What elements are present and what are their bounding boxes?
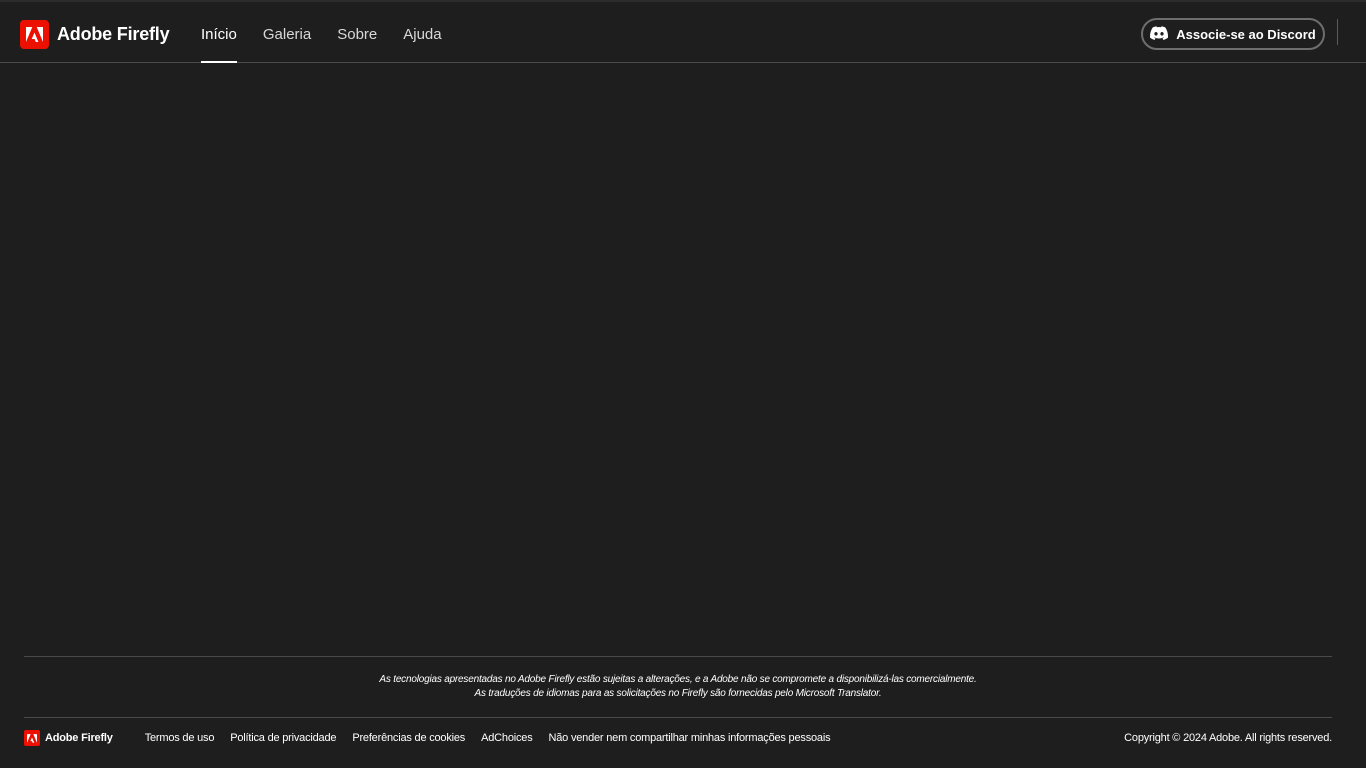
footer-brand[interactable]: Adobe Firefly [24,730,113,746]
footer-link-do-not-sell[interactable]: Não vender nem compartilhar minhas infor… [549,732,831,744]
footer-brand-name: Adobe Firefly [45,732,113,744]
top-navigation-bar: Adobe Firefly Início Galeria Sobre Ajuda… [0,0,1366,63]
footer-link-adchoices[interactable]: AdChoices [481,732,533,744]
footer-bar: Adobe Firefly Termos de uso Política de … [24,729,1332,747]
nav-item-inicio[interactable]: Início [201,2,237,63]
nav-item-ajuda[interactable]: Ajuda [403,2,441,63]
footer-divider-bottom [24,717,1332,718]
join-discord-button[interactable]: Associe-se ao Discord [1141,18,1325,50]
nav-item-sobre[interactable]: Sobre [337,2,377,63]
footer-link-terms[interactable]: Termos de uso [145,732,215,744]
disclaimer-line-2: As traduções de idiomas para as solicita… [474,688,882,699]
brand-name: Adobe Firefly [57,24,170,44]
brand-home-link[interactable]: Adobe Firefly [20,20,170,49]
disclaimer-line-1: As tecnologias apresentadas no Adobe Fir… [379,674,977,685]
main-nav: Início Galeria Sobre Ajuda [201,2,468,63]
join-discord-label: Associe-se ao Discord [1176,26,1316,42]
nav-item-galeria[interactable]: Galeria [263,2,311,63]
adobe-logo-icon [24,730,40,746]
discord-icon [1150,25,1176,43]
footer-divider-top [24,656,1332,657]
copyright-text: Copyright © 2024 Adobe. All rights reser… [1124,732,1332,744]
footer-disclaimer: As tecnologias apresentadas no Adobe Fir… [24,673,1332,701]
adobe-logo-icon [20,20,49,49]
header-divider [1337,19,1338,45]
footer-link-cookies[interactable]: Preferências de cookies [352,732,465,744]
footer-link-privacy[interactable]: Política de privacidade [230,732,336,744]
